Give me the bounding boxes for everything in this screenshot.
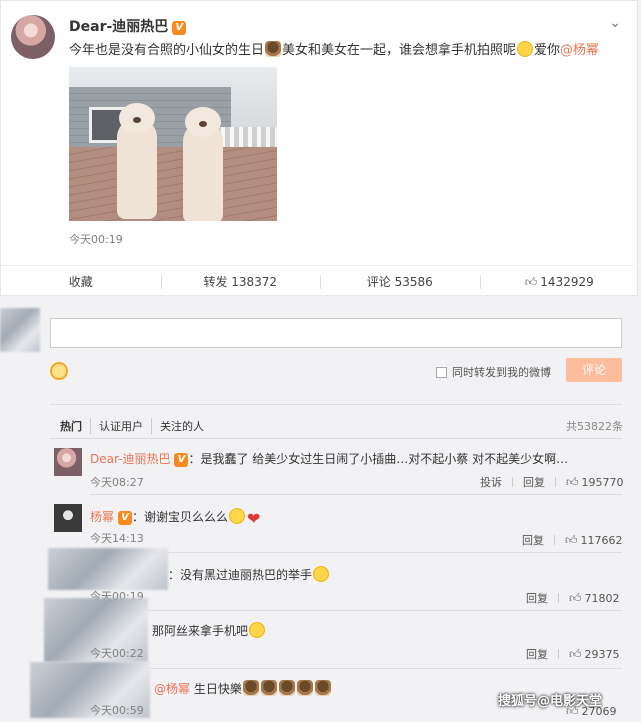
checkbox-icon[interactable] xyxy=(436,367,447,378)
post-photo[interactable] xyxy=(69,67,277,221)
comment-time[interactable]: 今天14:13 xyxy=(90,530,144,546)
comment-avatar[interactable] xyxy=(54,448,82,476)
submit-comment-button[interactable]: 评论 xyxy=(566,358,622,382)
emoji-icon[interactable] xyxy=(50,362,68,380)
blurred-user-info xyxy=(48,548,168,590)
comment-text: ：没有黑过迪丽热巴的举手 xyxy=(168,566,330,583)
reply-button[interactable]: 回复 xyxy=(522,534,544,547)
surprised-emoji-icon xyxy=(249,622,266,638)
comment-button[interactable]: 评论 53586 xyxy=(320,266,480,297)
reply-button[interactable]: 回复 xyxy=(526,648,548,661)
watermark: 搜狐号@电影天堂 xyxy=(498,694,603,709)
comment-text: Dear-迪丽热巴 V ：是我蠢了 给美少女过生日闹了小插曲…对不起小蔡 对不起美少… xyxy=(90,452,569,467)
commenter-name[interactable]: 杨幂 xyxy=(90,510,114,524)
comment-time[interactable]: 今天08:27 xyxy=(90,474,144,490)
comment-count: 共53822条 xyxy=(566,420,623,433)
chevron-down-icon[interactable]: ⌄ xyxy=(609,15,621,31)
comment-actions: 回复 👍︎ 71802 xyxy=(526,590,620,606)
user-avatar xyxy=(0,308,40,352)
tab-verified-users[interactable]: 认证用户 xyxy=(90,418,151,434)
cake-emoji-icon xyxy=(278,680,295,696)
verified-badge-icon: V xyxy=(172,21,187,35)
comment-avatar[interactable] xyxy=(54,504,82,532)
cake-emoji-icon xyxy=(314,680,331,696)
cake-emoji-icon xyxy=(242,680,259,696)
comment-actions: 回复 👍︎ 29375 xyxy=(526,646,620,662)
comment-actions: 回复 👍︎ 117662 xyxy=(522,532,623,548)
thumbs-up-icon: 👍︎ xyxy=(524,275,538,289)
thumbs-up-icon[interactable]: 👍︎ xyxy=(566,475,579,490)
verified-badge-icon: V xyxy=(118,511,133,525)
forward-checkbox[interactable]: 同时转发到我的微博 xyxy=(436,364,551,380)
comment-actions: 投诉 回复 👍︎ 195770 xyxy=(480,474,624,490)
mention-link[interactable]: @杨幂 xyxy=(560,43,599,58)
comment-tabs: 热门 认证用户 关注的人 xyxy=(60,418,212,434)
comment-like-count: 117662 xyxy=(580,534,623,547)
comment-like-count: 29375 xyxy=(584,648,620,661)
reply-button[interactable]: 回复 xyxy=(523,476,545,489)
comment-text: @杨幂 生日快樂 xyxy=(154,680,332,697)
comment-input[interactable] xyxy=(50,318,622,348)
comment-text: 那阿丝来拿手机吧 xyxy=(152,622,266,639)
tab-hot[interactable]: 热门 xyxy=(60,418,90,434)
cake-emoji-icon xyxy=(265,41,282,57)
thumbs-up-icon[interactable]: 👍︎ xyxy=(569,591,582,606)
tab-following[interactable]: 关注的人 xyxy=(151,418,212,434)
commenter-name[interactable]: Dear-迪丽热巴 xyxy=(90,452,170,466)
comment-time[interactable]: 今天00:59 xyxy=(90,702,144,718)
post-actions: 收藏 转发 138372 评论 53586 👍︎ 1432929 xyxy=(1,265,639,297)
thumbs-up-icon[interactable]: 👍︎ xyxy=(565,533,578,548)
verified-badge-icon: V xyxy=(174,453,189,467)
raise-hand-emoji-icon xyxy=(313,566,330,582)
report-button[interactable]: 投诉 xyxy=(480,476,502,489)
author-avatar[interactable] xyxy=(11,15,55,59)
forward-button[interactable]: 转发 138372 xyxy=(160,266,321,297)
post-card: Dear-迪丽热巴 V ⌄ 今年也是没有合照的小仙女的生日 美女和美女在一起，谁会想… xyxy=(0,0,639,297)
post-time[interactable]: 今天00:19 xyxy=(69,231,123,247)
like-button[interactable]: 👍︎ 1432929 xyxy=(479,266,640,297)
comment-text: 杨幂 V ：谢谢宝贝么么么 ❤ xyxy=(90,508,261,528)
author-name[interactable]: Dear-迪丽热巴 V xyxy=(69,16,187,36)
cake-emoji-icon xyxy=(296,680,313,696)
thumbs-up-icon[interactable]: 👍︎ xyxy=(569,647,582,662)
collect-button[interactable]: 收藏 xyxy=(1,266,161,297)
mention-link[interactable]: @杨幂 xyxy=(154,682,190,696)
surprised-emoji-icon xyxy=(229,508,246,524)
post-text: 今年也是没有合照的小仙女的生日 美女和美女在一起，谁会想拿手机拍照呢 爱你@杨幂 xyxy=(69,41,600,58)
smile-emoji-icon xyxy=(517,41,534,57)
cake-emoji-icon xyxy=(260,680,277,696)
comment-time[interactable]: 今天00:22 xyxy=(90,645,144,661)
heart-icon: ❤ xyxy=(247,509,261,528)
comment-like-count: 195770 xyxy=(581,476,624,489)
reply-button[interactable]: 回复 xyxy=(526,592,548,605)
comment-like-count: 71802 xyxy=(584,592,620,605)
